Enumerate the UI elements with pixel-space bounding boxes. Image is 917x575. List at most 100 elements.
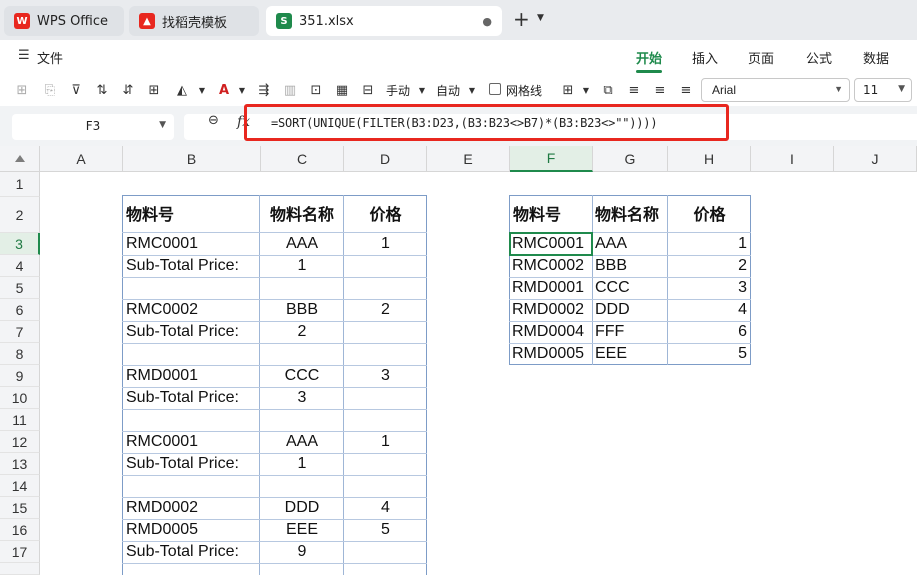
row-header-16[interactable]: 16 [0, 519, 40, 541]
column-header-g[interactable]: G [593, 146, 668, 172]
duplicate-icon[interactable]: ⧉ [598, 80, 618, 100]
ribbon-tab-page[interactable]: 页面 [748, 48, 774, 67]
align-left-icon[interactable]: ≡ [624, 80, 644, 100]
left-table-cell[interactable]: 5 [344, 519, 427, 541]
merge-cells-icon[interactable]: ▥ [280, 80, 300, 100]
left-table-cell[interactable]: AAA [261, 233, 343, 255]
tab-wps-office[interactable]: W WPS Office [4, 6, 124, 36]
zoom-icon[interactable]: ⊖ [208, 113, 219, 128]
font-family-select[interactable]: Arial ▼ [701, 78, 850, 102]
left-table-cell[interactable]: 1 [261, 453, 343, 475]
align-center-icon[interactable]: ≡ [650, 80, 670, 100]
left-table-cell[interactable]: RMD0001 [126, 365, 259, 387]
right-table-cell[interactable]: RMC0002 [512, 255, 592, 277]
left-table-cell[interactable]: Sub-Total Price: [126, 321, 259, 343]
row-header-13[interactable]: 13 [0, 453, 40, 475]
left-table-cell[interactable]: DDD [261, 497, 343, 519]
left-table-cell[interactable]: 1 [261, 255, 343, 277]
left-table-cell[interactable]: 1 [344, 431, 427, 453]
left-table-cell[interactable]: RMC0001 [126, 431, 259, 453]
chevron-down-icon[interactable]: ▼ [537, 13, 544, 23]
align-right-icon[interactable]: ≡ [676, 80, 696, 100]
format-number-icon[interactable]: ⊞ [12, 80, 32, 100]
right-table-cell[interactable]: RMD0004 [512, 321, 592, 343]
format-painter-icon[interactable]: ⎘ [40, 80, 60, 100]
row-header-6[interactable]: 6 [0, 299, 40, 321]
sort-ascending-icon[interactable]: ⇅ [92, 80, 112, 100]
right-table-cell[interactable]: RMD0005 [512, 343, 592, 365]
unsaved-dot-icon[interactable]: ● [482, 15, 492, 28]
name-box[interactable]: F3 ▼ [12, 114, 174, 140]
right-table-cell[interactable]: DDD [595, 299, 667, 321]
row-header-8[interactable]: 8 [0, 343, 40, 365]
hamburger-icon[interactable]: ☰ [18, 48, 30, 63]
right-table-cell[interactable]: AAA [595, 233, 667, 255]
active-cell-f3[interactable] [509, 232, 593, 256]
left-table-cell[interactable]: 9 [261, 541, 343, 563]
borders-icon[interactable]: ⊞ [144, 80, 164, 100]
chevron-down-icon[interactable]: ▼ [192, 80, 212, 100]
row-header-12[interactable]: 12 [0, 431, 40, 453]
row-header-11[interactable]: 11 [0, 409, 40, 431]
column-header-e[interactable]: E [427, 146, 510, 172]
insert-icon[interactable]: ⊡ [306, 80, 326, 100]
row-header-18[interactable] [0, 563, 40, 575]
fill-color-icon[interactable]: ◭ [172, 80, 192, 100]
right-table-cell[interactable]: FFF [595, 321, 667, 343]
right-table-cell[interactable]: 4 [668, 299, 747, 321]
right-table-cell[interactable]: 6 [668, 321, 747, 343]
left-table-cell[interactable]: EEE [261, 519, 343, 541]
column-header-f[interactable]: F [510, 146, 593, 172]
freeze-panes-icon[interactable]: ⊟ [358, 80, 378, 100]
left-table-cell[interactable]: Sub-Total Price: [126, 387, 259, 409]
row-header-14[interactable]: 14 [0, 475, 40, 497]
font-size-select[interactable]: 11 ▼ [854, 78, 912, 102]
left-header-price[interactable]: 价格 [344, 204, 427, 226]
tab-351-xlsx[interactable]: S 351.xlsx ● [266, 6, 502, 36]
table-style-icon[interactable]: ▦ [332, 80, 352, 100]
column-header-b[interactable]: B [123, 146, 261, 172]
font-color-icon[interactable]: A [214, 80, 234, 100]
chevron-down-icon[interactable]: ▼ [232, 80, 252, 100]
left-table-cell[interactable]: 3 [344, 365, 427, 387]
new-tab-button[interactable]: + [513, 7, 530, 31]
row-header-15[interactable]: 15 [0, 497, 40, 519]
left-table-cell[interactable]: AAA [261, 431, 343, 453]
left-header-material-name[interactable]: 物料名称 [261, 204, 343, 226]
sort-descending-icon[interactable]: ⇵ [118, 80, 138, 100]
chevron-down-icon[interactable]: ▼ [412, 80, 432, 100]
right-table-cell[interactable]: 2 [668, 255, 747, 277]
left-header-material-no[interactable]: 物料号 [126, 204, 174, 226]
left-table-cell[interactable]: 2 [261, 321, 343, 343]
column-header-d[interactable]: D [344, 146, 427, 172]
right-table-cell[interactable]: BBB [595, 255, 667, 277]
row-header-17[interactable]: 17 [0, 541, 40, 563]
column-header-h[interactable]: H [668, 146, 751, 172]
column-header-a[interactable]: A [40, 146, 123, 172]
left-table-cell[interactable]: 4 [344, 497, 427, 519]
right-header-material-no[interactable]: 物料号 [513, 204, 561, 226]
auto-calc-button[interactable]: 自动 [436, 82, 460, 99]
right-table-cell[interactable]: 1 [668, 233, 747, 255]
left-table-cell[interactable]: RMC0002 [126, 299, 259, 321]
chevron-down-icon[interactable]: ▼ [159, 120, 166, 130]
left-table-cell[interactable]: 1 [344, 233, 427, 255]
gridlines-checkbox[interactable] [489, 83, 501, 95]
left-table-cell[interactable]: Sub-Total Price: [126, 541, 259, 563]
ribbon-tab-data[interactable]: 数据 [863, 48, 889, 67]
right-table-cell[interactable]: 3 [668, 277, 747, 299]
right-table-cell[interactable]: EEE [595, 343, 667, 365]
row-header-9[interactable]: 9 [0, 365, 40, 387]
row-header-10[interactable]: 10 [0, 387, 40, 409]
left-table-cell[interactable]: Sub-Total Price: [126, 453, 259, 475]
left-table-cell[interactable]: CCC [261, 365, 343, 387]
right-table-cell[interactable]: RMD0001 [512, 277, 592, 299]
file-menu[interactable]: 文件 [37, 48, 63, 67]
right-table-cell[interactable]: CCC [595, 277, 667, 299]
left-table-cell[interactable]: BBB [261, 299, 343, 321]
ribbon-tab-home[interactable]: 开始 [636, 48, 662, 67]
left-table-cell[interactable]: RMC0001 [126, 233, 259, 255]
chevron-down-icon[interactable]: ▼ [576, 80, 596, 100]
wrap-text-icon[interactable]: ⇶ [254, 80, 274, 100]
row-header-1[interactable]: 1 [0, 172, 40, 197]
